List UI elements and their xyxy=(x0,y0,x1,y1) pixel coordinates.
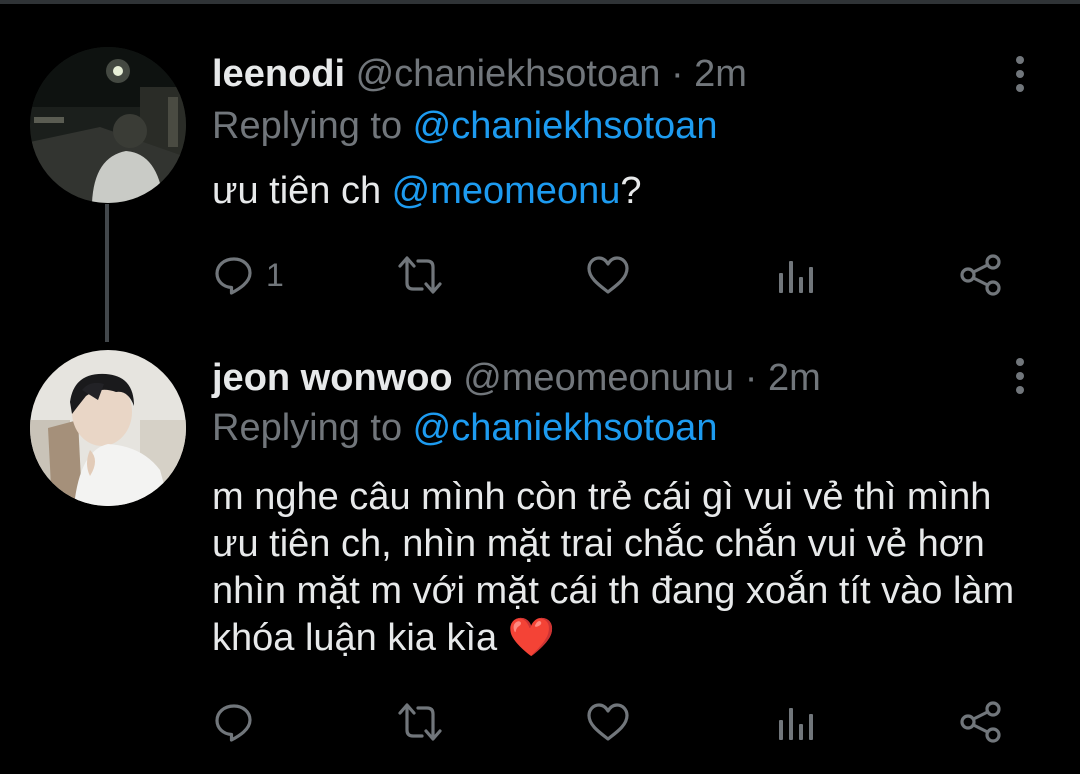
more-options-icon[interactable] xyxy=(1008,54,1032,94)
tweet-actions: 1 xyxy=(212,251,1012,299)
tweet-text-part: m nghe câu mình còn trẻ cái gì vui vẻ th… xyxy=(212,476,1015,659)
analytics-button[interactable] xyxy=(776,698,816,746)
timestamp[interactable]: 2m xyxy=(768,357,821,399)
analytics-icon xyxy=(776,700,816,744)
tweet-actions xyxy=(212,698,1012,746)
tweet-jeon-wonwoo[interactable]: jeon wonwoo @meomeonunu · 2m Replying to… xyxy=(0,340,1080,774)
share-button[interactable] xyxy=(958,698,1004,746)
retweet-icon xyxy=(396,700,444,744)
separator-dot: · xyxy=(670,53,684,95)
like-button[interactable] xyxy=(584,251,632,299)
like-button[interactable] xyxy=(584,698,632,746)
retweet-button[interactable] xyxy=(396,251,444,299)
heart-icon xyxy=(584,253,632,297)
tweet-header: jeon wonwoo @meomeonunu · 2m xyxy=(212,356,821,400)
share-icon xyxy=(958,253,1004,297)
separator-dot: · xyxy=(744,357,758,399)
retweet-icon xyxy=(396,253,444,297)
replying-to: Replying to @chaniekhsotoan xyxy=(212,104,717,148)
retweet-button[interactable] xyxy=(396,698,444,746)
timestamp[interactable]: 2m xyxy=(694,53,747,95)
share-icon xyxy=(958,700,1004,744)
display-name[interactable]: leenodi xyxy=(212,53,345,95)
replying-to-label: Replying to xyxy=(212,105,413,147)
replying-to-mention[interactable]: @chaniekhsotoan xyxy=(413,105,718,147)
share-button[interactable] xyxy=(958,251,1004,299)
user-handle[interactable]: @meomeonunu xyxy=(463,357,734,399)
replying-to-label: Replying to xyxy=(212,407,413,449)
reply-icon xyxy=(212,253,256,297)
replying-to: Replying to @chaniekhsotoan xyxy=(212,406,717,450)
tweet-text-part: ? xyxy=(620,170,642,212)
reply-icon xyxy=(212,700,256,744)
reply-button[interactable]: 1 xyxy=(212,251,284,299)
reply-count: 1 xyxy=(266,256,284,293)
tweet-text: m nghe câu mình còn trẻ cái gì vui vẻ th… xyxy=(212,474,1042,662)
avatar[interactable] xyxy=(30,350,186,506)
red-heart-emoji: ❤️ xyxy=(507,617,556,659)
replying-to-mention[interactable]: @chaniekhsotoan xyxy=(413,407,718,449)
display-name[interactable]: jeon wonwoo xyxy=(212,357,453,399)
tweet-leenodi[interactable]: leenodi @chaniekhsotoan · 2m Replying to… xyxy=(0,0,1080,330)
tweet-text: ưu tiên ch @meomeonu? xyxy=(212,168,1042,215)
analytics-icon xyxy=(776,253,816,297)
tweet-text-part: ưu tiên ch xyxy=(212,170,392,212)
avatar-photo-night-street xyxy=(30,47,186,203)
tweet-header: leenodi @chaniekhsotoan · 2m xyxy=(212,52,747,96)
analytics-button[interactable] xyxy=(776,251,816,299)
heart-icon xyxy=(584,700,632,744)
user-handle[interactable]: @chaniekhsotoan xyxy=(356,53,661,95)
more-options-icon[interactable] xyxy=(1008,356,1032,396)
mention-link[interactable]: @meomeonu xyxy=(392,170,621,212)
reply-button[interactable] xyxy=(212,698,256,746)
avatar[interactable] xyxy=(30,47,186,203)
avatar-photo-portrait xyxy=(30,350,186,506)
